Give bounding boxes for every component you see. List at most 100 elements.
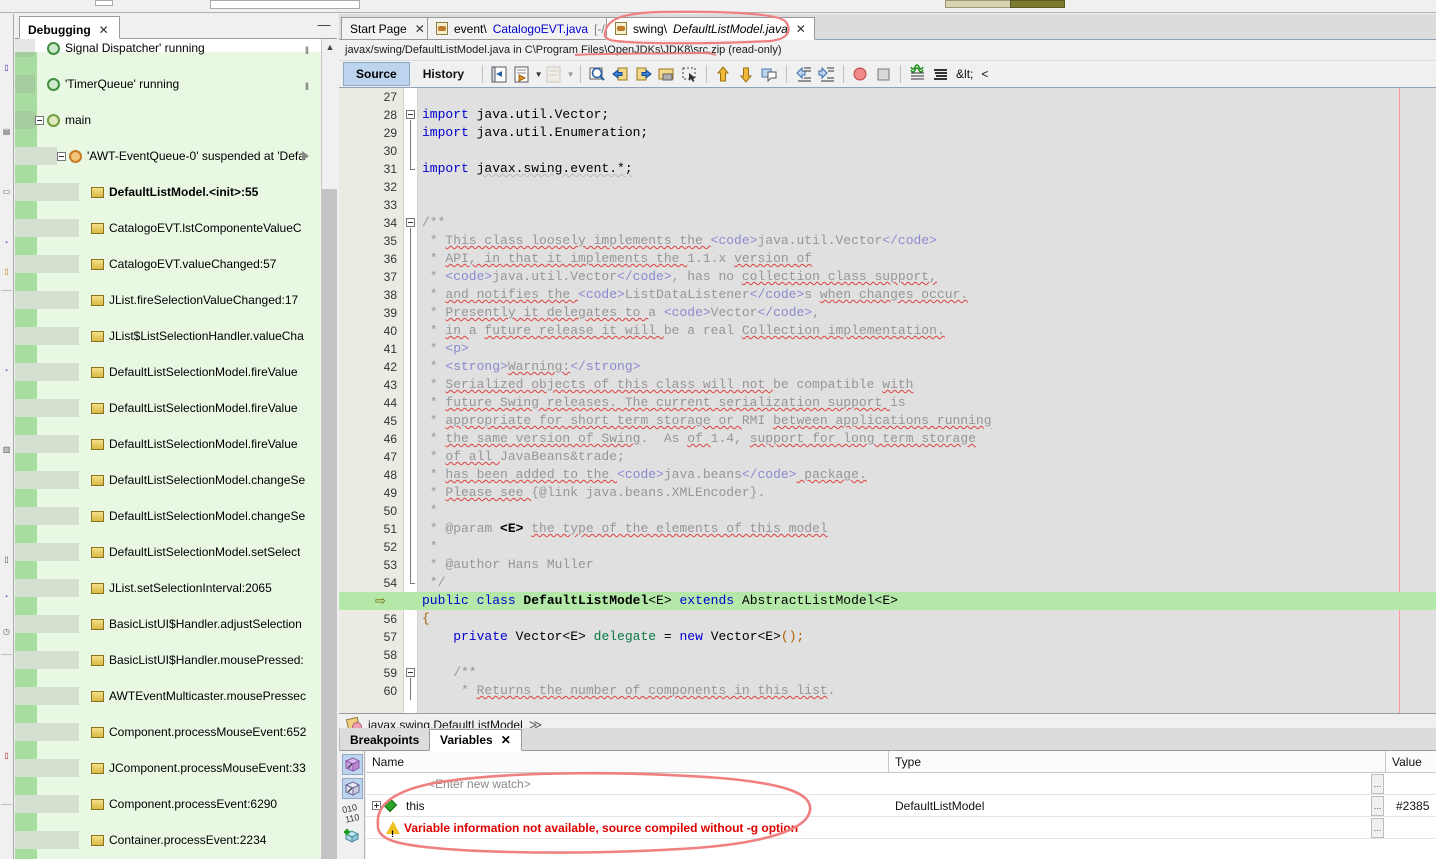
- code-line[interactable]: 36 * API, in that it implements the 1.1.…: [339, 250, 1436, 268]
- new-watch-placeholder[interactable]: <Enter new watch>: [422, 773, 531, 795]
- code-line[interactable]: 34 /**: [339, 214, 1436, 232]
- inspect-members-icon[interactable]: [907, 63, 928, 85]
- code-line[interactable]: 30: [339, 142, 1436, 160]
- tab-start-page[interactable]: Start Page ✕: [341, 17, 434, 40]
- expand-variable-icon[interactable]: [372, 801, 381, 810]
- binary-format-icon[interactable]: 010 110: [341, 802, 363, 825]
- tree-item[interactable]: BasicListUI$Handler.mousePressed:: [15, 651, 325, 669]
- tree-item[interactable]: Component.processMouseEvent:652: [15, 723, 325, 741]
- code-line[interactable]: 48 * has been added to the <code>java.be…: [339, 466, 1436, 484]
- code-line[interactable]: 37 * <code>java.util.Vector</code>, has …: [339, 268, 1436, 286]
- code-line[interactable]: 40 * in a future release it will be a re…: [339, 322, 1436, 340]
- tree-item[interactable]: 'TimerQueue' running ‖: [15, 75, 325, 93]
- code-line[interactable]: 32: [339, 178, 1436, 196]
- code-line[interactable]: 33: [339, 196, 1436, 214]
- inspect-hierarchy-icon[interactable]: [930, 64, 951, 85]
- code-line[interactable]: 50 *: [339, 502, 1436, 520]
- close-icon[interactable]: ✕: [501, 733, 511, 747]
- tree-item[interactable]: DefaultListModel.<init>:55: [15, 183, 325, 201]
- code-line[interactable]: 54 */: [339, 574, 1436, 592]
- tree-item[interactable]: DefaultListSelectionModel.fireValue: [15, 399, 325, 417]
- strip-icon-8[interactable]: ▯: [1, 554, 12, 565]
- next-error-icon[interactable]: [736, 64, 757, 85]
- close-icon[interactable]: ✕: [99, 23, 109, 37]
- scroll-up-icon[interactable]: ▲: [322, 39, 337, 56]
- create-variable-icon[interactable]: [342, 754, 363, 775]
- code-line[interactable]: 58: [339, 646, 1436, 664]
- variables-table-row[interactable]: <Enter new watch>...: [366, 773, 1436, 795]
- value-editor-button[interactable]: ...: [1371, 774, 1384, 794]
- tree-item[interactable]: JList$ListSelectionHandler.valueCha: [15, 327, 325, 345]
- find-selection-icon[interactable]: [587, 64, 608, 85]
- code-line[interactable]: 59 /**: [339, 664, 1436, 682]
- code-line[interactable]: 44 * future Swing releases. The current …: [339, 394, 1436, 412]
- shift-left-icon[interactable]: [793, 64, 814, 85]
- tree-item[interactable]: JComponent.processMouseEvent:33: [15, 759, 325, 777]
- tree-item[interactable]: Component.processEvent:6290: [15, 795, 325, 813]
- tab-history[interactable]: History: [410, 62, 477, 86]
- code-line[interactable]: 38 * and notifies the <code>ListDataList…: [339, 286, 1436, 304]
- last-edit-icon[interactable]: [489, 64, 510, 85]
- scrollbar-thumb[interactable]: [322, 189, 337, 859]
- tree-item[interactable]: 'AWT-EventQueue-0' suspended at 'Defa: [15, 147, 325, 165]
- pause-thread-icon[interactable]: ‖: [305, 79, 309, 93]
- resume-thread-icon[interactable]: [302, 151, 309, 161]
- fold-toggle-icon[interactable]: [406, 218, 415, 227]
- strip-icon-2[interactable]: ▤: [1, 126, 12, 137]
- code-line[interactable]: 52 *: [339, 538, 1436, 556]
- tree-item[interactable]: DefaultListSelectionModel.changeSe: [15, 507, 325, 525]
- code-line[interactable]: 57 private Vector<E> delegate = new Vect…: [339, 628, 1436, 646]
- strip-icon-7[interactable]: ▥: [1, 444, 12, 455]
- tree-item[interactable]: DefaultListSelectionModel.setSelect: [15, 543, 325, 561]
- code-line[interactable]: 43 * Serialized objects of this class wi…: [339, 376, 1436, 394]
- minimize-button[interactable]: —: [317, 18, 331, 32]
- column-header-name[interactable]: Name: [366, 751, 889, 773]
- tab-debugging[interactable]: Debugging ✕: [19, 16, 120, 39]
- strip-icon-9[interactable]: ▪: [1, 592, 12, 603]
- strip-icon-5[interactable]: ▯: [1, 266, 12, 277]
- add-watch-icon[interactable]: [342, 826, 363, 847]
- tree-expander-icon[interactable]: [35, 115, 44, 125]
- toggle-bookmark-icon[interactable]: [512, 64, 533, 85]
- strip-icon-1[interactable]: ▯: [1, 62, 12, 73]
- tree-item[interactable]: JList.fireSelectionValueChanged:17: [15, 291, 325, 309]
- next-bookmark-icon[interactable]: [633, 64, 654, 85]
- code-line[interactable]: 28 import java.util.Vector;: [339, 106, 1436, 124]
- code-line[interactable]: 56 {: [339, 610, 1436, 628]
- code-editor-area[interactable]: 27 28 import java.util.Vector; 29 import jav…: [339, 88, 1436, 713]
- strip-icon-11[interactable]: ▯: [1, 750, 12, 761]
- code-line[interactable]: 42 * <strong>Warning:</strong>: [339, 358, 1436, 376]
- column-header-type[interactable]: Type: [889, 751, 1386, 773]
- pause-thread-icon[interactable]: ‖: [305, 43, 309, 57]
- tree-item[interactable]: AWTEventMulticaster.mousePressec: [15, 687, 325, 705]
- chevron-down-icon-2[interactable]: ▼: [566, 64, 575, 84]
- code-line[interactable]: ⇨ public class DefaultListModel<E> extend…: [339, 592, 1436, 610]
- shift-right-icon[interactable]: [816, 64, 837, 85]
- tree-item[interactable]: main: [15, 111, 325, 129]
- previous-bookmark-icon[interactable]: [610, 64, 631, 85]
- tree-item[interactable]: CatalogoEVT.lstComponenteValueC: [15, 219, 325, 237]
- column-header-value[interactable]: Value: [1386, 751, 1436, 773]
- code-line[interactable]: 53 * @author Hans Muller: [339, 556, 1436, 574]
- strip-icon-3[interactable]: ▭: [1, 186, 12, 197]
- tree-item[interactable]: BasicListUI$Handler.adjustSelection: [15, 615, 325, 633]
- code-line[interactable]: 51 * @param <E> the type of the elements…: [339, 520, 1436, 538]
- code-line[interactable]: 46 * the same version of Swing. As of 1.…: [339, 430, 1436, 448]
- close-icon[interactable]: ✕: [796, 22, 806, 36]
- tab-breakpoints[interactable]: Breakpoints: [339, 729, 431, 751]
- tree-item[interactable]: Signal Dispatcher' running ‖: [15, 39, 325, 57]
- variables-table[interactable]: Name Type Value <Enter new watch>... this…: [366, 751, 1436, 859]
- tab-source[interactable]: Source: [343, 62, 410, 86]
- code-line[interactable]: 39 * Presently it delegates to a <code>V…: [339, 304, 1436, 322]
- code-line[interactable]: 45 * appropriate for short term storage …: [339, 412, 1436, 430]
- start-macro-recording-icon[interactable]: [850, 64, 871, 85]
- code-line[interactable]: 60 * Returns the number of components in…: [339, 682, 1436, 700]
- tree-item[interactable]: CatalogoEVT.valueChanged:57: [15, 255, 325, 273]
- code-line[interactable]: 49 * Please see {@link java.beans.XMLEnc…: [339, 484, 1436, 502]
- strip-icon-6[interactable]: ▪: [1, 366, 12, 377]
- stop-macro-recording-icon[interactable]: [873, 64, 894, 85]
- value-editor-button[interactable]: ...: [1371, 796, 1384, 816]
- comment-icon[interactable]: [759, 64, 780, 85]
- tree-expander-icon[interactable]: [57, 151, 66, 161]
- code-line[interactable]: 41 * <p>: [339, 340, 1436, 358]
